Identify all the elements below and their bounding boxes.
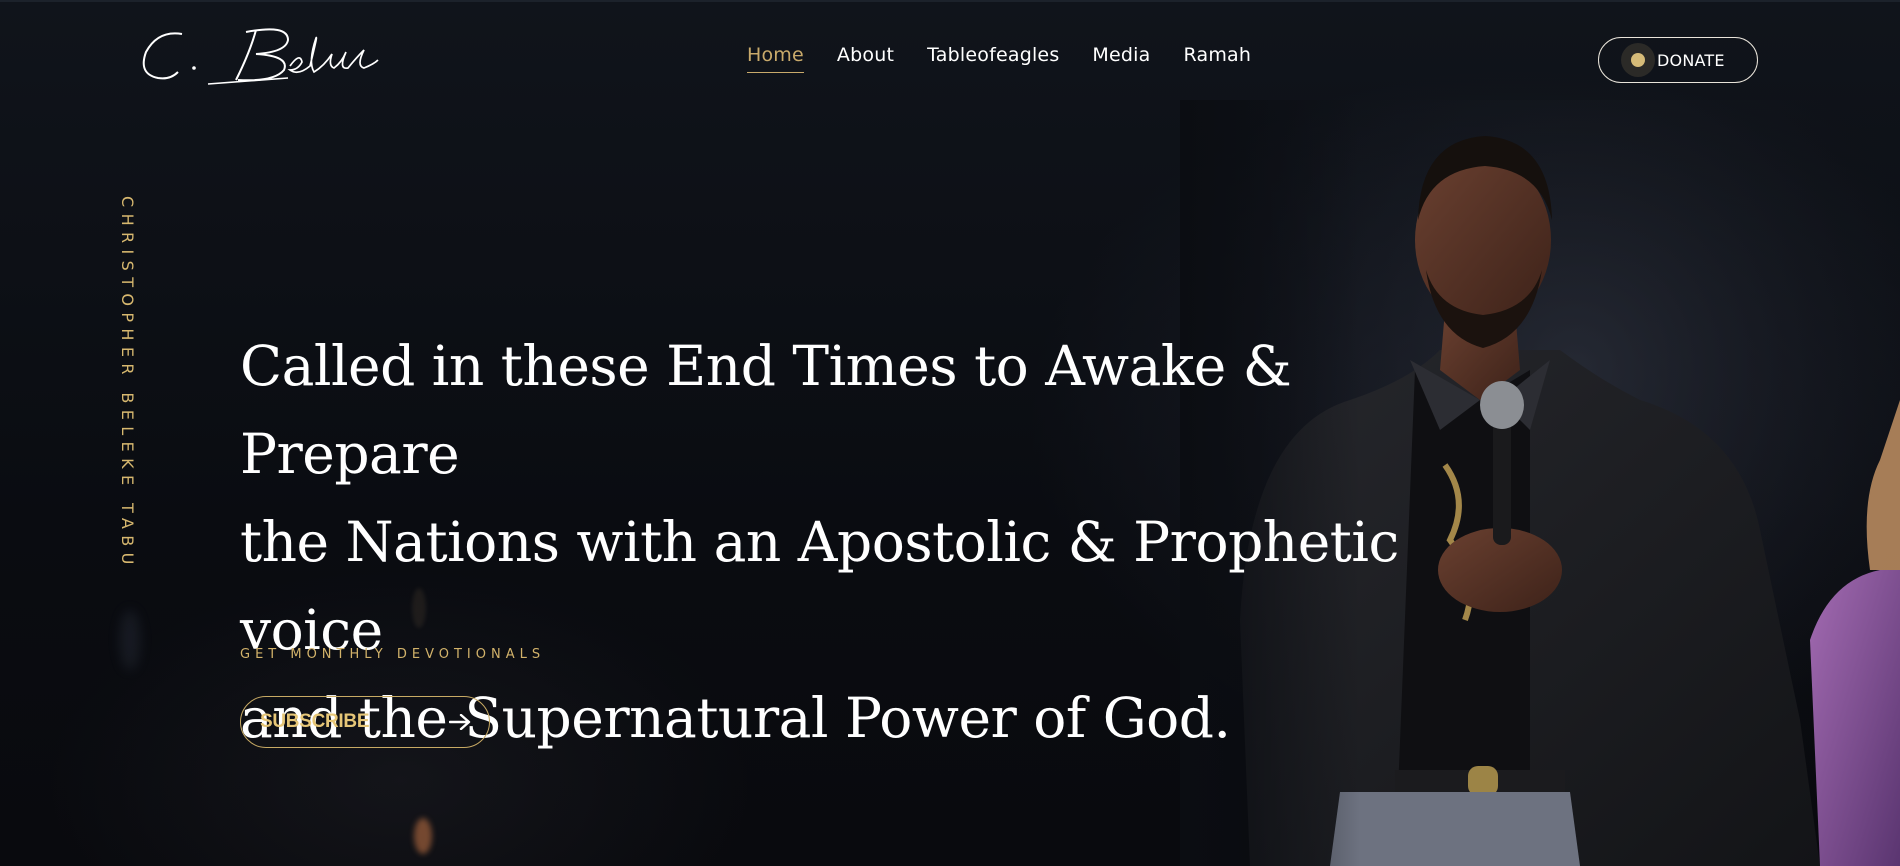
subscribe-label: SUBSCRIBE — [260, 711, 370, 732]
donate-dot-icon — [1621, 43, 1655, 77]
main-nav: Home About Tableofeagles Media Ramah — [747, 44, 1251, 80]
nav-item-home[interactable]: Home — [747, 44, 804, 73]
nav-item-media[interactable]: Media — [1092, 44, 1150, 72]
hero-page: Home About Tableofeagles Media Ramah DON… — [0, 0, 1900, 866]
nav-item-tableofeagles[interactable]: Tableofeagles — [927, 44, 1059, 72]
subscribe-button[interactable]: SUBSCRIBE — [240, 696, 490, 748]
headline-line-1: Called in these End Times to Awake & Pre… — [240, 334, 1292, 486]
donate-label: DONATE — [1657, 50, 1725, 70]
signature-logo[interactable] — [138, 22, 388, 92]
devotional-label: GET MONTHLY DEVOTIONALS — [240, 647, 546, 662]
bokeh-light — [414, 818, 432, 854]
top-border — [0, 0, 1900, 2]
donate-dot — [1631, 53, 1645, 67]
nav-item-ramah[interactable]: Ramah — [1184, 44, 1252, 72]
donate-button[interactable]: DONATE — [1598, 37, 1758, 83]
arrow-right-icon — [449, 714, 471, 730]
bokeh-light — [120, 610, 140, 670]
vertical-name: CHRISTOPHER BELEKE TABU — [118, 196, 137, 571]
nav-item-about[interactable]: About — [837, 44, 894, 72]
headline-line-2: the Nations with an Apostolic & Propheti… — [240, 510, 1399, 662]
